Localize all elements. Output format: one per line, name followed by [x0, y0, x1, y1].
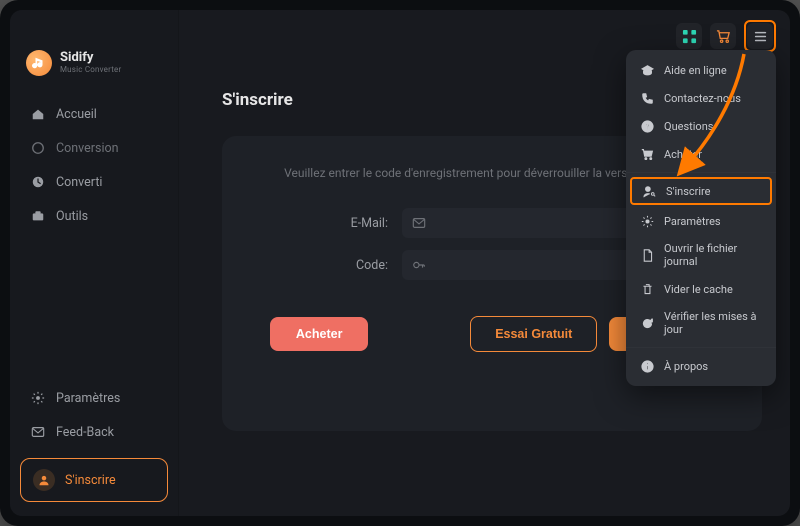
brand-subtitle: Music Converter — [60, 66, 121, 75]
sidebar-item-conversion[interactable]: Conversion — [20, 132, 168, 164]
toolbox-icon — [30, 208, 46, 224]
sidebar-item-label: Converti — [56, 175, 102, 190]
info-icon — [640, 359, 654, 373]
cart-icon — [640, 147, 654, 161]
sidebar-item-label: Accueil — [56, 107, 97, 122]
trash-icon — [640, 282, 654, 296]
user-key-icon — [642, 184, 656, 198]
email-row: E-Mail: — [332, 208, 652, 238]
code-field[interactable] — [434, 257, 642, 273]
menu-item-label: Paramètres — [664, 215, 721, 228]
menu-item-label: Vérifier les mises à jour — [664, 310, 762, 336]
menu-separator — [626, 172, 776, 173]
sidebar-item-converted[interactable]: Converti — [20, 166, 168, 198]
email-label: E-Mail: — [332, 216, 388, 231]
envelope-icon — [412, 216, 426, 230]
gear-icon — [30, 390, 46, 406]
sidebar: Sidify Music Converter Accueil Conversio… — [10, 10, 179, 516]
sidebar-item-label: Conversion — [56, 141, 119, 156]
buy-button[interactable]: Acheter — [270, 317, 368, 351]
email-field[interactable] — [434, 215, 642, 231]
brand-logo-icon — [26, 50, 52, 76]
menu-item-faq[interactable]: ? Questions — [626, 112, 776, 140]
menu-item-buy[interactable]: Acheter — [626, 140, 776, 168]
brand-title: Sidify — [60, 51, 121, 65]
menu-item-label: Vider le cache — [664, 283, 733, 296]
graduation-cap-icon — [640, 63, 654, 77]
menu-item-check-updates[interactable]: Vérifier les mises à jour — [626, 303, 776, 343]
svg-text:?: ? — [645, 122, 649, 131]
clock-icon — [30, 174, 46, 190]
code-row: Code: — [332, 250, 652, 280]
menu-item-open-log[interactable]: Ouvrir le fichier journal — [626, 235, 776, 275]
hamburger-menu: Aide en ligne Contactez-nous ? Questions… — [626, 50, 776, 386]
mail-icon — [30, 424, 46, 440]
code-label: Code: — [332, 258, 388, 273]
brand: Sidify Music Converter — [10, 44, 178, 94]
question-icon: ? — [640, 119, 654, 133]
file-icon — [640, 248, 654, 262]
sidebar-item-tools[interactable]: Outils — [20, 200, 168, 232]
menu-separator — [626, 347, 776, 348]
menu-item-signup[interactable]: S'inscrire — [630, 177, 772, 205]
sidebar-nav: Accueil Conversion Converti Outils — [10, 94, 178, 236]
key-icon — [412, 258, 426, 272]
sidebar-signup-button[interactable]: S'inscrire — [20, 458, 168, 502]
sidebar-item-label: Outils — [56, 209, 88, 224]
sidebar-item-feedback[interactable]: Feed-Back — [20, 416, 168, 448]
email-input-wrap[interactable] — [402, 208, 652, 238]
menu-item-label: Ouvrir le fichier journal — [664, 242, 762, 268]
menu-item-label: Aide en ligne — [664, 64, 727, 77]
user-icon — [33, 469, 55, 491]
sidebar-item-label: Paramètres — [56, 391, 120, 406]
gear-icon — [640, 214, 654, 228]
menu-item-settings[interactable]: Paramètres — [626, 207, 776, 235]
menu-item-clear-cache[interactable]: Vider le cache — [626, 275, 776, 303]
menu-item-label: Acheter — [664, 148, 702, 161]
sidebar-item-home[interactable]: Accueil — [20, 98, 168, 130]
phone-icon — [640, 91, 654, 105]
sidebar-item-settings[interactable]: Paramètres — [20, 382, 168, 414]
menu-item-help[interactable]: Aide en ligne — [626, 56, 776, 84]
sidebar-item-label: Feed-Back — [56, 425, 114, 440]
code-input-wrap[interactable] — [402, 250, 652, 280]
menu-item-label: Contactez-nous — [664, 92, 741, 105]
trial-button[interactable]: Essai Gratuit — [470, 316, 597, 352]
menu-item-about[interactable]: À propos — [626, 352, 776, 380]
home-icon — [30, 106, 46, 122]
menu-item-label: Questions — [664, 120, 713, 133]
sidebar-footer: Paramètres Feed-Back S'inscrire — [10, 378, 178, 516]
menu-item-label: S'inscrire — [666, 185, 711, 198]
menu-item-contact[interactable]: Contactez-nous — [626, 84, 776, 112]
refresh-icon — [640, 316, 654, 330]
sidebar-signup-label: S'inscrire — [65, 473, 116, 488]
conversion-icon — [30, 140, 46, 156]
menu-item-label: À propos — [664, 360, 708, 373]
